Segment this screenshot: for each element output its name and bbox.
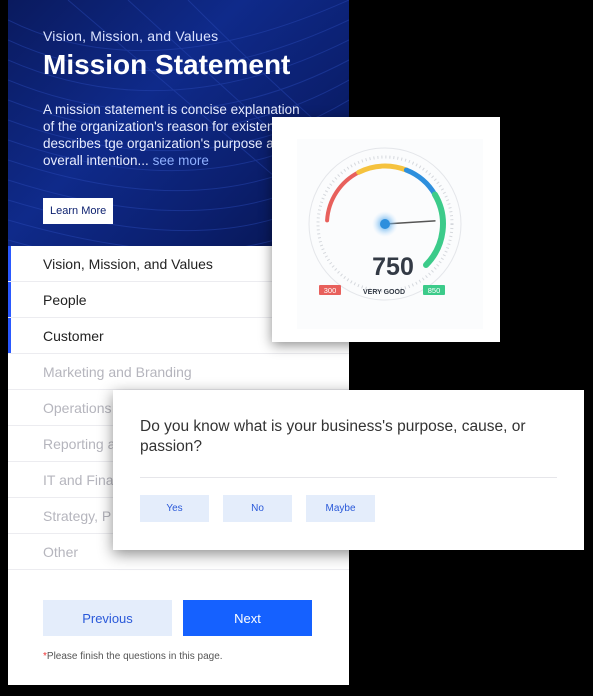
learn-more-button[interactable]: Learn More bbox=[43, 198, 114, 224]
footnote: *Please finish the questions in this pag… bbox=[43, 651, 223, 662]
score-rating: VERY GOOD bbox=[363, 289, 405, 296]
gauge-hub bbox=[380, 219, 390, 229]
nav-item-label: People bbox=[43, 292, 87, 308]
answer-no-button[interactable]: No bbox=[223, 495, 292, 522]
score-value: 750 bbox=[372, 253, 414, 281]
gauge-panel: 750 VERY GOOD 300 850 bbox=[297, 139, 483, 329]
credit-score-card: 750 VERY GOOD 300 850 bbox=[272, 117, 500, 342]
score-gauge: 750 VERY GOOD 300 850 bbox=[308, 147, 462, 301]
gauge-arc-high bbox=[423, 191, 446, 268]
nav-item-label: Marketing and Branding bbox=[43, 364, 192, 380]
gauge-arc-mid bbox=[356, 163, 409, 175]
nav-item-label: Operations bbox=[43, 400, 112, 416]
see-more-link[interactable]: see more bbox=[153, 153, 209, 168]
page-title: Mission Statement bbox=[43, 49, 291, 80]
footer-buttons: Previous Next bbox=[43, 600, 313, 636]
nav-item-label: Vision, Mission, and Values bbox=[43, 256, 213, 272]
question-card: Do you know what is your business's purp… bbox=[113, 390, 584, 550]
divider bbox=[140, 477, 557, 478]
gauge-arc-low bbox=[325, 170, 361, 223]
next-button[interactable]: Next bbox=[183, 600, 312, 636]
max-label: 850 bbox=[428, 286, 441, 295]
nav-item-label: Strategy, P bbox=[43, 508, 112, 524]
hero-subtitle: Vision, Mission, and Values bbox=[43, 28, 219, 44]
previous-button[interactable]: Previous bbox=[43, 600, 172, 636]
question-text: Do you know what is your business's purp… bbox=[140, 418, 526, 455]
min-label: 300 bbox=[324, 286, 337, 295]
nav-item-marketing[interactable]: Marketing and Branding bbox=[8, 354, 349, 390]
mission-card: Vision, Mission, and Values Mission Stat… bbox=[8, 0, 349, 685]
nav-item-label: IT and Finan bbox=[43, 472, 122, 488]
answer-yes-button[interactable]: Yes bbox=[140, 495, 209, 522]
footnote-text: Please finish the questions in this page… bbox=[46, 651, 223, 662]
answer-maybe-button[interactable]: Maybe bbox=[306, 495, 375, 522]
nav-item-label: Customer bbox=[43, 328, 104, 344]
nav-item-label: Other bbox=[43, 544, 79, 560]
